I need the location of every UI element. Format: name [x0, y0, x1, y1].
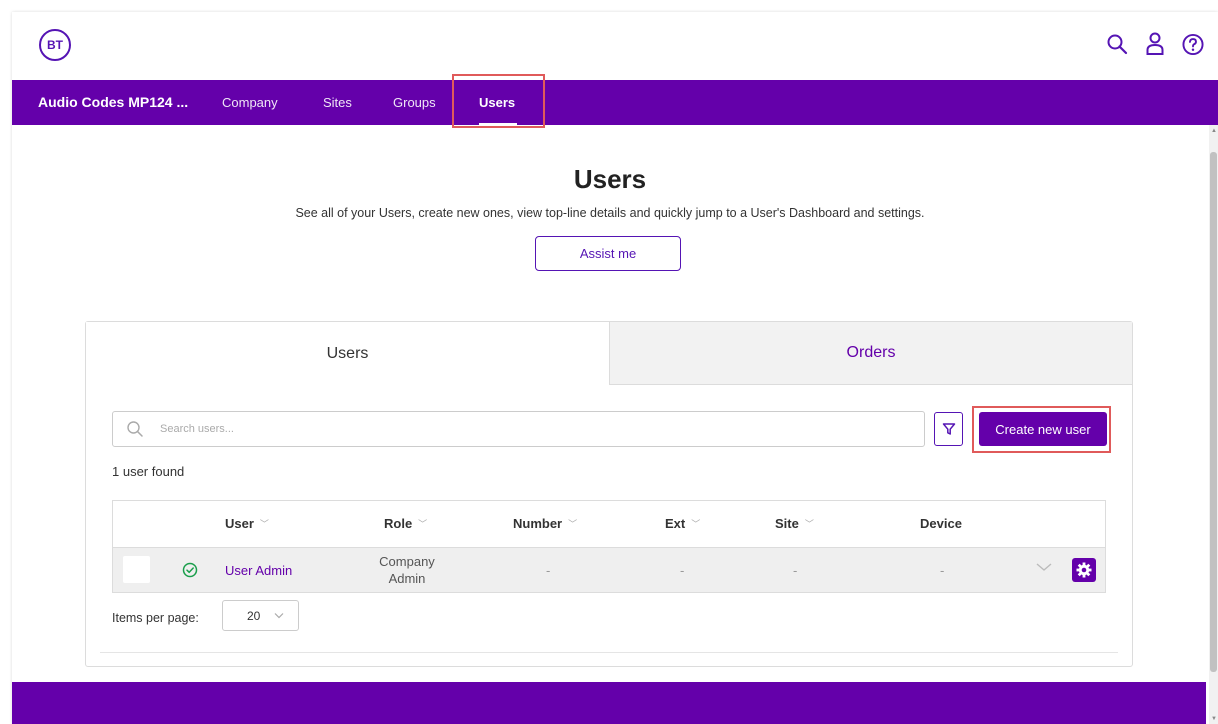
- filter-icon: [942, 423, 955, 435]
- users-table: User ﹀ Role ﹀ Number ﹀ Ext ﹀ Site ﹀ Device Us…: [112, 500, 1106, 593]
- search-icon: [127, 421, 143, 437]
- sort-chevron-icon: ﹀: [804, 519, 814, 529]
- user-site: -: [793, 562, 798, 578]
- user-device: -: [940, 562, 945, 578]
- divider: [100, 652, 1118, 653]
- column-label: Role: [384, 516, 413, 531]
- page-description: See all of your Users, create new ones, …: [295, 206, 925, 220]
- highlight-box-users-tab: [452, 74, 545, 128]
- tab-orders[interactable]: Orders: [609, 322, 1132, 385]
- column-header-number[interactable]: Number ﹀: [513, 501, 577, 547]
- column-header-role[interactable]: Role ﹀: [384, 501, 427, 547]
- nav-app-name[interactable]: Audio Codes MP124 ...: [38, 80, 188, 125]
- column-header-device: Device: [920, 501, 962, 547]
- user-name-link[interactable]: User Admin: [225, 563, 292, 578]
- nav-item-company[interactable]: Company: [222, 80, 278, 125]
- table-row[interactable]: User Admin Company Admin - - - -: [113, 548, 1105, 592]
- footer-band: [12, 682, 1206, 724]
- scrollbar-thumb[interactable]: [1210, 152, 1217, 672]
- user-ext: -: [680, 562, 685, 578]
- help-icon[interactable]: [1182, 32, 1204, 56]
- sort-chevron-icon: ﹀: [691, 519, 701, 529]
- page-title: Users: [573, 164, 647, 194]
- search-field[interactable]: [112, 411, 925, 447]
- column-label: Ext: [665, 516, 686, 531]
- column-label: User: [225, 516, 254, 531]
- expand-chevron-icon[interactable]: [1035, 560, 1053, 578]
- chevron-down-icon: [274, 613, 284, 619]
- filter-button[interactable]: [934, 412, 963, 446]
- assist-me-button[interactable]: Assist me: [535, 236, 681, 271]
- sort-chevron-icon: ﹀: [568, 519, 578, 529]
- top-bar: BT: [12, 12, 1218, 80]
- column-label: Number: [513, 516, 563, 531]
- users-card: Users Orders Create new user 1 user foun…: [85, 321, 1133, 667]
- column-header-ext[interactable]: Ext ﹀: [665, 501, 700, 547]
- items-per-page-value: 20: [247, 608, 261, 623]
- status-active-icon: [182, 548, 198, 592]
- items-per-page-label: Items per page:: [112, 611, 199, 625]
- tab-users[interactable]: Users: [86, 322, 609, 385]
- header-icons: [1106, 32, 1204, 56]
- column-header-user[interactable]: User ﹀: [225, 501, 269, 547]
- role-line: Company: [379, 554, 435, 569]
- highlight-box-create-user: [972, 406, 1111, 453]
- nav-item-sites[interactable]: Sites: [323, 80, 352, 125]
- search-icon[interactable]: [1106, 32, 1128, 56]
- user-settings-button[interactable]: [1072, 558, 1096, 582]
- gear-icon: [1076, 562, 1092, 578]
- column-label: Site: [775, 516, 799, 531]
- sort-chevron-icon: ﹀: [418, 519, 428, 529]
- column-label: Device: [920, 516, 962, 531]
- user-number: -: [546, 562, 551, 578]
- result-count: 1 user found: [112, 464, 185, 479]
- user-icon[interactable]: [1144, 32, 1166, 56]
- search-input[interactable]: [158, 422, 862, 436]
- items-per-page-select[interactable]: 20: [222, 600, 299, 631]
- app-window: BT Audio Codes MP124 ... Company Sites G…: [12, 12, 1218, 724]
- logo-text: BT: [47, 38, 63, 52]
- column-header-site[interactable]: Site ﹀: [775, 501, 814, 547]
- nav-item-groups[interactable]: Groups: [393, 80, 436, 125]
- role-line: Admin: [388, 571, 426, 586]
- table-header: User ﹀ Role ﹀ Number ﹀ Ext ﹀ Site ﹀ Device: [113, 501, 1105, 548]
- bt-logo[interactable]: BT: [39, 29, 71, 61]
- scroll-down-icon[interactable]: ▼: [1211, 716, 1217, 722]
- row-checkbox[interactable]: [123, 556, 150, 583]
- main-nav: Audio Codes MP124 ... Company Sites Grou…: [12, 80, 1218, 126]
- scroll-up-icon[interactable]: ▲: [1211, 128, 1217, 134]
- sort-chevron-icon: ﹀: [259, 519, 269, 529]
- user-role: Company Admin: [367, 548, 447, 592]
